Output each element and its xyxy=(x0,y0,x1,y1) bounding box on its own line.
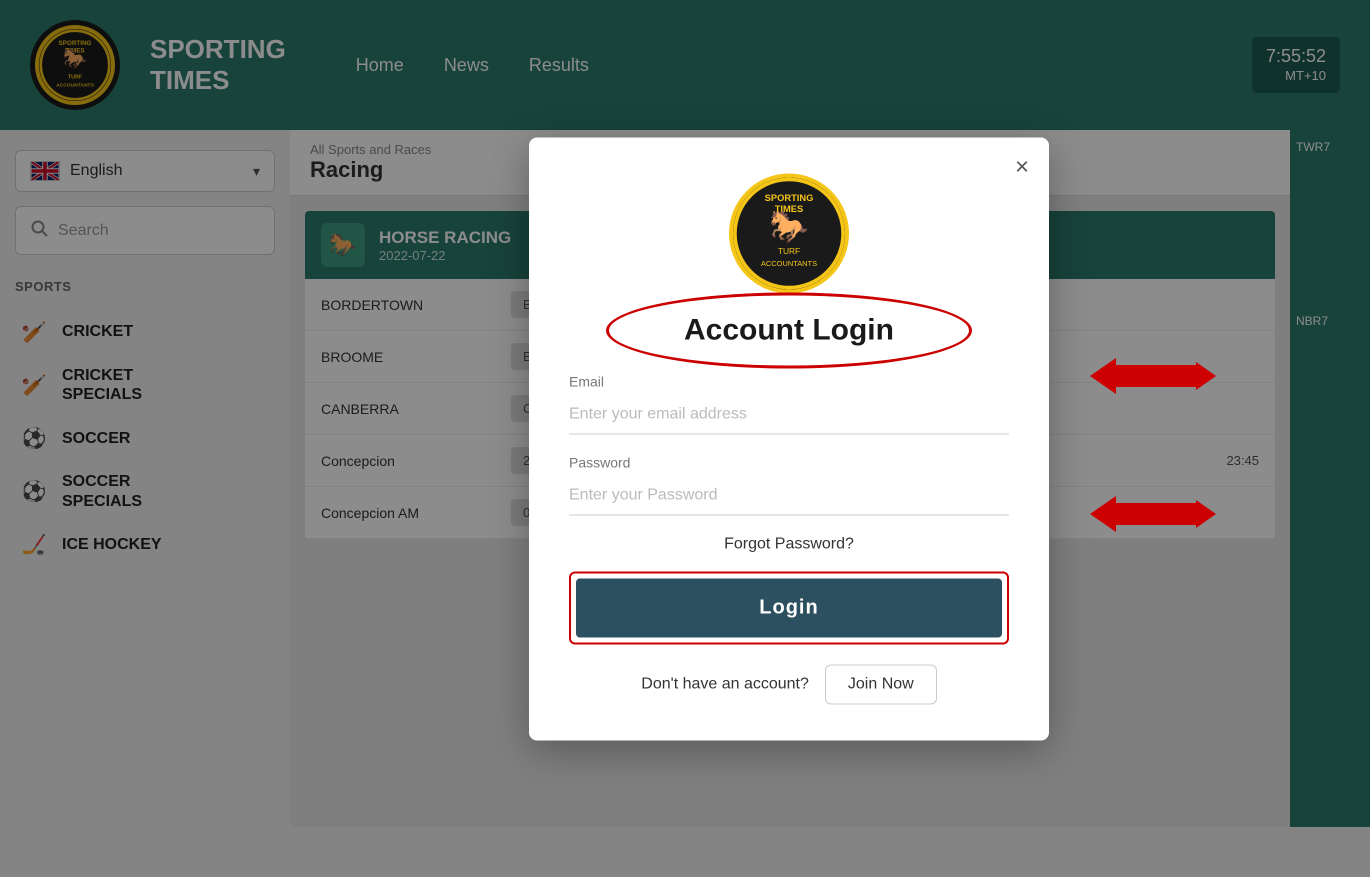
svg-text:ACCOUNTANTS: ACCOUNTANTS xyxy=(761,259,817,268)
email-field[interactable] xyxy=(569,395,1009,434)
arrow-password xyxy=(1090,496,1216,532)
svg-text:SPORTING: SPORTING xyxy=(765,192,814,202)
svg-text:🐎: 🐎 xyxy=(769,208,809,244)
arrow-email xyxy=(1090,358,1216,394)
join-now-button[interactable]: Join Now xyxy=(825,664,937,704)
email-label: Email xyxy=(569,373,1009,389)
modal-title: Account Login xyxy=(569,313,1009,347)
close-icon[interactable]: × xyxy=(1015,153,1029,181)
svg-text:TURF: TURF xyxy=(778,246,800,256)
modal-logo: SPORTING TIMES TURF ACCOUNTANTS 🐎 xyxy=(569,173,1009,293)
no-account-text: Don't have an account? xyxy=(641,675,809,693)
modal-logo-svg: SPORTING TIMES TURF ACCOUNTANTS 🐎 xyxy=(733,173,845,293)
password-label: Password xyxy=(569,454,1009,470)
login-button-wrapper: Login xyxy=(569,571,1009,644)
password-field[interactable] xyxy=(569,476,1009,515)
forgot-password-link[interactable]: Forgot Password? xyxy=(569,535,1009,553)
login-modal: × SPORTING TIMES TURF ACCOUNTANTS 🐎 Acco… xyxy=(529,137,1049,740)
bottom-row: Don't have an account? Join Now xyxy=(569,664,1009,704)
login-button[interactable]: Login xyxy=(576,578,1002,637)
